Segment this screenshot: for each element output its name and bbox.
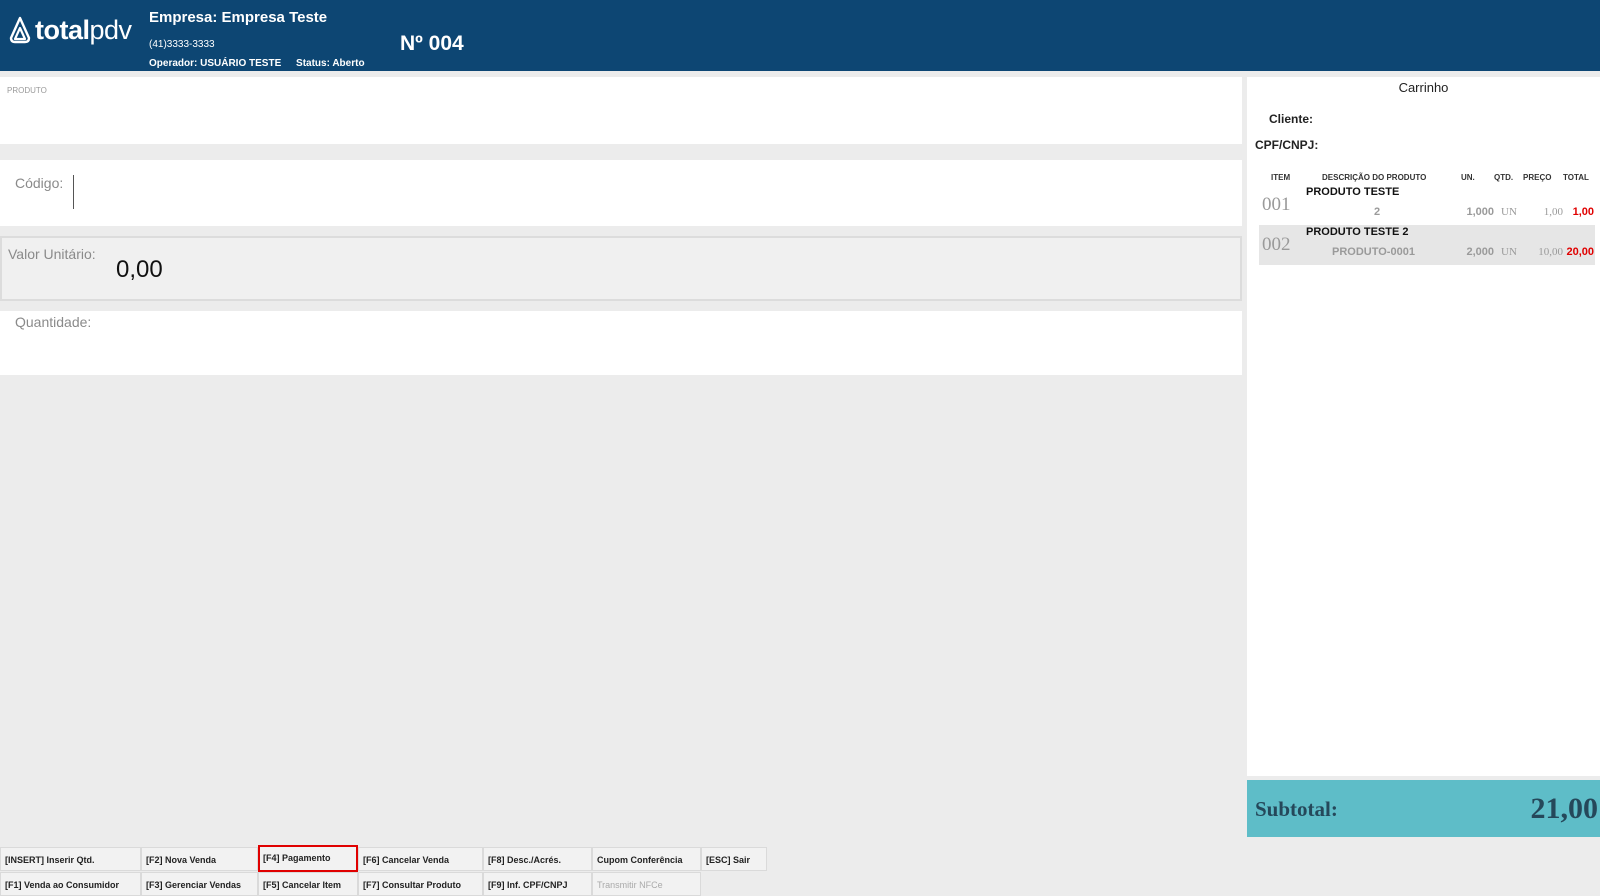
item-total: 20,00: [1566, 246, 1594, 258]
item-total: 1,00: [1572, 206, 1594, 218]
item-un: UN: [1501, 246, 1517, 258]
item-code: 2: [1374, 206, 1381, 218]
operator-status-line: Operador: USUÁRIO TESTE Status: Aberto: [149, 58, 377, 69]
company-phone: (41)3333-3333: [149, 39, 215, 50]
cart-row[interactable]: 001 PRODUTO TESTE 2 1,000 UN 1,00 1,00: [1259, 185, 1595, 225]
subtotal-value: 21,00: [1530, 792, 1599, 825]
valor-unitario-label: Valor Unitário:: [8, 246, 96, 262]
col-total: TOTAL: [1563, 173, 1589, 182]
cart-title: Carrinho: [1398, 80, 1449, 95]
subtotal-panel: Subtotal: 21,00: [1247, 780, 1600, 837]
item-qtd: 2,000: [1466, 246, 1494, 258]
subtotal-label: Subtotal:: [1255, 797, 1338, 821]
cancelar-item-button[interactable]: [F5] Cancelar Item: [258, 872, 358, 896]
cupom-conferencia-button[interactable]: Cupom Conferência: [592, 847, 701, 871]
quantidade-input[interactable]: Quantidade:: [0, 311, 1242, 375]
cpf-cnpj-label: CPF/CNPJ:: [1255, 138, 1319, 152]
cart-table-header: ITEM DESCRIÇÃO DO PRODUTO UN. QTD. PREÇO…: [1247, 173, 1600, 185]
valor-unitario-field[interactable]: Valor Unitário: 0,00: [0, 236, 1242, 301]
valor-unitario-value: 0,00: [116, 256, 163, 283]
sair-button[interactable]: [ESC] Sair: [701, 847, 767, 871]
item-description: PRODUTO TESTE 2: [1306, 226, 1409, 238]
desc-acres-button[interactable]: [F8] Desc./Acrés.: [483, 847, 592, 871]
pagamento-button[interactable]: [F4] Pagamento: [258, 845, 358, 872]
status-label: Status: Aberto: [296, 58, 365, 69]
logo-icon: [9, 16, 31, 44]
item-description: PRODUTO TESTE: [1306, 186, 1400, 198]
text-cursor: [73, 175, 74, 209]
top-header: totalpdv Empresa: Empresa Teste (41)3333…: [0, 0, 1600, 71]
produto-field[interactable]: PRODUTO: [0, 77, 1242, 144]
venda-consumidor-button[interactable]: [F1] Venda ao Consumidor: [0, 872, 141, 896]
inf-cpf-cnpj-button[interactable]: [F9] Inf. CPF/CNPJ: [483, 872, 592, 896]
cart-row[interactable]: 002 PRODUTO TESTE 2 PRODUTO-0001 2,000 U…: [1259, 225, 1595, 265]
insert-qtd-button[interactable]: [INSERT] Inserir Qtd.: [0, 847, 141, 871]
item-number: 002: [1262, 234, 1291, 255]
cart-panel: Carrinho Cliente: CPF/CNPJ: ITEM DESCRIÇ…: [1247, 77, 1600, 776]
col-preco: PREÇO: [1523, 173, 1552, 182]
transmitir-nfce-button[interactable]: Transmitir NFCe: [592, 872, 701, 896]
nova-venda-button[interactable]: [F2] Nova Venda: [141, 847, 258, 871]
col-descricao: DESCRIÇÃO DO PRODUTO: [1322, 173, 1427, 182]
item-un: UN: [1501, 206, 1517, 218]
item-qtd: 1,000: [1466, 206, 1494, 218]
logo-text-bold: total: [35, 14, 90, 45]
sale-number: Nº 004: [400, 32, 464, 55]
cancelar-venda-button[interactable]: [F6] Cancelar Venda: [358, 847, 483, 871]
logo-text-light: pdv: [89, 14, 133, 45]
consultar-produto-button[interactable]: [F7] Consultar Produto: [358, 872, 483, 896]
quantidade-label: Quantidade:: [15, 314, 92, 330]
gerenciar-vendas-button[interactable]: [F3] Gerenciar Vendas: [141, 872, 258, 896]
item-code: PRODUTO-0001: [1332, 246, 1415, 258]
cliente-label: Cliente:: [1269, 112, 1314, 126]
codigo-label: Código:: [15, 175, 64, 191]
item-number: 001: [1262, 194, 1291, 215]
company-name: Empresa: Empresa Teste: [149, 9, 328, 26]
produto-label: PRODUTO: [7, 86, 47, 95]
col-un: UN.: [1461, 173, 1475, 182]
codigo-input[interactable]: Código:: [0, 160, 1242, 226]
col-item: ITEM: [1271, 173, 1291, 182]
totalpdv-logo: totalpdv: [9, 14, 132, 46]
col-qtd: QTD.: [1494, 173, 1514, 182]
operator-label: Operador: USUÁRIO TESTE: [149, 58, 282, 69]
